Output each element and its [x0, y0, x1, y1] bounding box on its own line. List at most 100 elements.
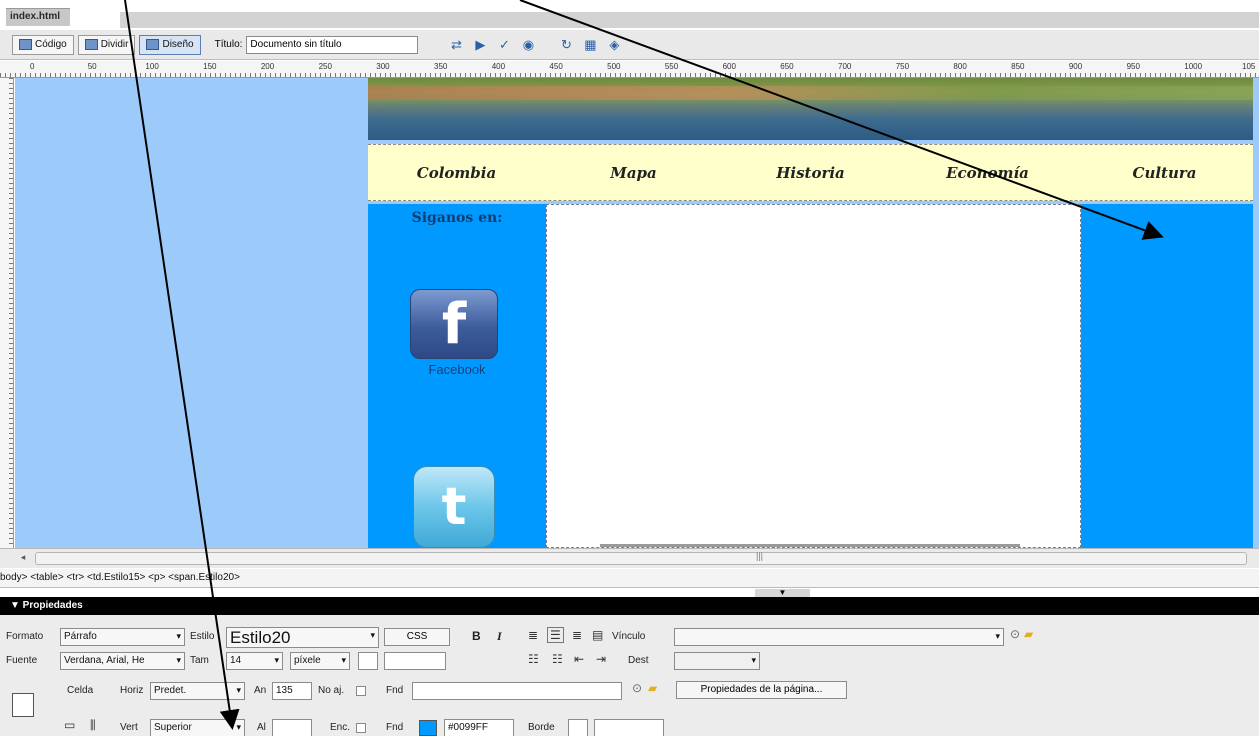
nav-item-economia[interactable]: Economía — [899, 164, 1076, 182]
facebook-glyph: f — [441, 291, 467, 357]
visual-aids-icon[interactable]: ◈ — [604, 36, 624, 54]
align-right-icon[interactable]: ≣ — [572, 628, 582, 642]
link-label: Vínculo — [612, 631, 646, 642]
split-cell-icon[interactable]: ⫼ — [90, 718, 96, 733]
right-column-cell[interactable] — [1081, 204, 1253, 548]
scrollbar-grip-icon: ||| — [756, 551, 764, 561]
text-color-input[interactable] — [384, 652, 446, 670]
unit-select[interactable]: píxele — [290, 652, 350, 670]
nav-item-mapa[interactable]: Mapa — [545, 164, 722, 182]
width-input[interactable]: 135 — [272, 682, 312, 700]
nowrap-checkbox[interactable] — [356, 686, 366, 696]
browse-folder-icon[interactable]: ▰ — [1024, 627, 1033, 641]
document-tab[interactable]: index.html — [6, 8, 71, 26]
size-select[interactable]: 14 — [226, 652, 283, 670]
unordered-list-icon[interactable]: ☷ — [528, 652, 539, 666]
properties-panel-header[interactable]: ▼ Propiedades — [0, 597, 1259, 615]
horz-align-select[interactable]: Predet. — [150, 682, 245, 700]
point-to-file-icon[interactable]: ⊙ — [1010, 627, 1020, 641]
preview-browser-icon[interactable]: ▶ — [470, 36, 490, 54]
cell-label: Celda — [67, 685, 94, 696]
point-to-file-icon-2[interactable]: ⊙ — [632, 681, 642, 695]
indent-icon[interactable]: ⇥ — [596, 652, 606, 666]
ruler-mark: 900 — [1068, 62, 1083, 71]
css-button[interactable]: CSS — [384, 628, 450, 646]
ruler-mark: 450 — [549, 62, 563, 71]
twitter-icon[interactable]: t — [413, 466, 495, 548]
ruler-mark: 150 — [203, 62, 217, 71]
document-title-input[interactable] — [246, 35, 419, 54]
splitter-handle-icon[interactable]: ▼ — [755, 589, 810, 597]
header-checkbox[interactable] — [356, 723, 366, 733]
vertical-ruler — [0, 78, 14, 548]
page-properties-button[interactable]: Propiedades de la página... — [676, 681, 847, 699]
bold-button[interactable]: B — [472, 629, 481, 643]
facebook-icon[interactable]: f — [410, 289, 498, 359]
scroll-left-arrow-icon[interactable]: ◂ — [16, 552, 30, 565]
ruler-mark: 250 — [318, 62, 332, 71]
follow-us-heading: Siganos en: — [411, 210, 503, 226]
border-color-input[interactable] — [594, 719, 664, 736]
file-management-icon[interactable]: ⇄ — [446, 36, 466, 54]
text-color-picker[interactable] — [358, 652, 378, 670]
horizontal-scrollbar[interactable]: ◂ ||| — [0, 548, 1259, 568]
ruler-mark: 400 — [491, 62, 506, 71]
target-label: Dest — [628, 655, 649, 666]
align-left-icon[interactable]: ≣ — [528, 628, 538, 642]
height-input[interactable] — [272, 719, 312, 736]
nav-item-cultura[interactable]: Cultura — [1076, 164, 1253, 182]
background-color-label: Fnd — [386, 722, 404, 733]
content-bottom-edge — [600, 544, 1020, 547]
italic-button[interactable]: I — [497, 629, 502, 644]
justify-icon[interactable]: ▤ — [592, 628, 603, 642]
nav-item-historia[interactable]: Historia — [722, 164, 899, 182]
code-view-label: Código — [35, 39, 67, 50]
check-errors-icon[interactable]: ✓ — [494, 36, 514, 54]
ruler-mark: 600 — [722, 62, 736, 71]
banner-landscape — [368, 86, 1253, 100]
browser-globe-icon[interactable]: ◉ — [518, 36, 538, 54]
panel-splitter[interactable]: ▼ — [0, 589, 1259, 597]
document-toolbar: Código Dividir Diseño Título: ⇄ ▶ ✓ ◉ ↻ … — [0, 30, 1259, 60]
tab-bar-fill — [120, 12, 1259, 28]
ordered-list-icon[interactable]: ☷ — [552, 652, 563, 666]
split-view-button[interactable]: Dividir — [77, 34, 136, 55]
background-image-input[interactable] — [412, 682, 622, 700]
border-color-picker[interactable] — [568, 719, 588, 736]
design-view-button[interactable]: Diseño — [139, 34, 201, 55]
code-view-button[interactable]: Código — [12, 34, 74, 55]
link-input[interactable] — [674, 628, 1004, 646]
ruler-mark: 100 — [145, 62, 159, 71]
browse-folder-icon-2[interactable]: ▰ — [648, 681, 657, 695]
refresh-icon[interactable]: ↻ — [556, 36, 576, 54]
title-label: Título: — [214, 39, 243, 50]
ruler-mark: 50 — [87, 62, 97, 71]
style-label: Estilo — [190, 631, 215, 642]
background-color-input[interactable]: #0099FF — [444, 719, 514, 736]
font-select[interactable]: Verdana, Arial, He — [60, 652, 185, 670]
main-content-cell[interactable] — [546, 204, 1081, 548]
design-canvas[interactable]: Colombia Mapa Historia Economía Cultura … — [15, 78, 1259, 548]
background-color-swatch[interactable] — [419, 720, 437, 736]
style-select[interactable]: Estilo20 — [226, 627, 379, 648]
ruler-mark: 850 — [1011, 62, 1025, 71]
width-label: An — [254, 685, 267, 696]
format-select[interactable]: Párrafo — [60, 628, 185, 646]
scrollbar-thumb[interactable]: ||| — [35, 551, 1247, 565]
align-center-icon[interactable]: ☰ — [547, 627, 564, 643]
view-options-icon[interactable]: ▦ — [580, 36, 600, 54]
facebook-label[interactable]: Facebook — [368, 362, 546, 377]
left-social-column[interactable]: Siganos en: f Facebook t — [368, 204, 546, 548]
ruler-mark: 350 — [434, 62, 448, 71]
merge-cells-icon[interactable]: ▭ — [64, 718, 75, 732]
ruler-mark: 950 — [1126, 62, 1140, 71]
ruler-mark: 700 — [838, 62, 852, 71]
nav-item-colombia[interactable]: Colombia — [368, 164, 545, 182]
header-banner-image — [368, 78, 1253, 140]
format-label: Formato — [6, 631, 44, 642]
outdent-icon[interactable]: ⇤ — [574, 652, 584, 666]
tag-selector[interactable]: body> <table> <tr> <td.Estilo15> <p> <sp… — [0, 569, 1259, 588]
ruler-mark: 200 — [260, 62, 275, 71]
target-select[interactable] — [674, 652, 760, 670]
vert-align-select[interactable]: Superior — [150, 719, 245, 736]
